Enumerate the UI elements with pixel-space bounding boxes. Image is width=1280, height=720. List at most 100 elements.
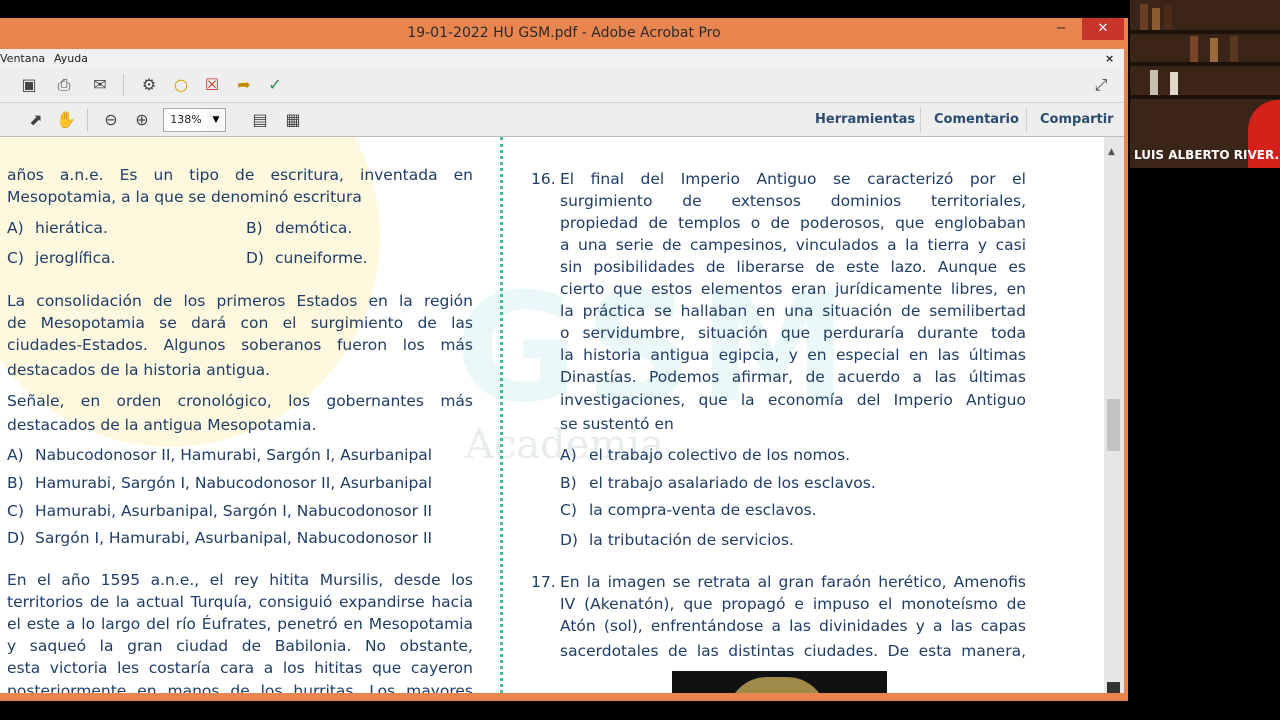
question-line: sacerdotales de las distintas ciudades. … xyxy=(560,642,1026,660)
toolbar-divider xyxy=(123,74,124,96)
option-letter: B) xyxy=(7,474,24,492)
book xyxy=(1150,70,1158,95)
option-letter: C) xyxy=(7,249,24,267)
zoom-dropdown-chevron-icon[interactable]: ▼ xyxy=(207,108,226,132)
option-text: Hamurabi, Asurbanipal, Sargón I, Nabucod… xyxy=(35,502,433,520)
comment-icon[interactable]: ○ xyxy=(170,74,192,96)
window-title: 19-01-2022 HU GSM.pdf - Adobe Acrobat Pr… xyxy=(407,25,721,41)
option-text: hierática. xyxy=(35,219,108,237)
question-line: Señale, en orden cronológico, los gobern… xyxy=(7,392,473,410)
panel-divider xyxy=(920,107,921,132)
intro-line: años a.n.e. Es un tipo de escritura, inv… xyxy=(7,166,473,184)
book xyxy=(1230,36,1238,62)
bookshelf xyxy=(1130,62,1280,66)
book xyxy=(1170,72,1178,95)
document-close-icon[interactable]: × xyxy=(1105,52,1114,65)
option-letter: A) xyxy=(7,219,24,237)
zoom-in-icon[interactable]: ⊕ xyxy=(131,109,153,131)
book xyxy=(1140,4,1148,30)
paragraph-line: de Mesopotamia se dará con el surgimient… xyxy=(7,314,473,332)
export-icon[interactable]: ➦ xyxy=(233,74,255,96)
question-line: la historia antigua egipcia, y en especi… xyxy=(560,346,1026,364)
option-text: la compra-venta de esclavos. xyxy=(589,501,817,519)
save-icon[interactable]: ▣ xyxy=(18,74,40,96)
zoom-out-icon[interactable]: ⊖ xyxy=(100,109,122,131)
delete-page-icon[interactable]: ☒ xyxy=(201,74,223,96)
fullscreen-icon[interactable]: ⤢ xyxy=(1090,74,1112,96)
bookshelf xyxy=(1130,95,1280,99)
webcam-overlay: LUIS ALBERTO RIVER... xyxy=(1130,0,1280,168)
paragraph-line: La consolidación de los primeros Estados… xyxy=(7,292,473,310)
question-line: propiedad de templos o de poderosos, que… xyxy=(560,214,1026,232)
gear-icon[interactable]: ⚙ xyxy=(138,74,160,96)
toolbar-divider xyxy=(87,109,88,131)
option-letter: D) xyxy=(246,249,264,267)
option-letter: B) xyxy=(246,219,263,237)
question-line: cierto que estos elementos eran jurídica… xyxy=(560,280,1026,298)
tab-comentario[interactable]: Comentario xyxy=(934,112,1019,127)
acrobat-window: 19-01-2022 HU GSM.pdf - Adobe Acrobat Pr… xyxy=(0,18,1128,701)
paragraph-line: esta victoria les costaría cara a los hi… xyxy=(7,659,473,677)
question-line: destacados de la antigua Mesopotamia. xyxy=(7,416,317,434)
option-letter: D) xyxy=(560,531,578,549)
panel-divider xyxy=(1026,107,1027,132)
print-icon[interactable]: ⎙ xyxy=(53,74,75,96)
option-letter: A) xyxy=(7,446,24,464)
main-toolbar: ▣ ⎙ ✉ ⚙ ○ ☒ ➦ ✓ ⤢ xyxy=(0,68,1124,103)
question-line: El final del Imperio Antiguo se caracter… xyxy=(560,170,1026,188)
option-text: el trabajo colectivo de los nomos. xyxy=(589,446,851,464)
book xyxy=(1210,38,1218,62)
book xyxy=(1164,6,1172,30)
combine-icon[interactable]: ✓ xyxy=(264,74,286,96)
option-text: Sargón I, Hamurabi, Asurbanipal, Nabucod… xyxy=(35,529,433,547)
question-line: se sustentó en xyxy=(560,415,674,433)
hand-tool-icon[interactable]: ✋ xyxy=(55,109,77,131)
option-text: la tributación de servicios. xyxy=(589,531,794,549)
menu-bar: Ventana Ayuda × xyxy=(0,49,1124,68)
watermark-banner xyxy=(0,557,1040,637)
option-text: Nabucodonosor II, Hamurabi, Sargón I, As… xyxy=(35,446,433,464)
menu-ayuda[interactable]: Ayuda xyxy=(54,52,88,65)
navigation-toolbar: ⬈ ✋ ⊖ ⊕ 138% ▼ ▤ ▦ Herramientas Comentar… xyxy=(0,103,1124,137)
scroll-up-icon[interactable]: ▲ xyxy=(1108,147,1115,157)
question-line: Dinastías. Podemos afirmar, de acuerdo a… xyxy=(560,368,1026,386)
option-text: demótica. xyxy=(275,219,353,237)
fit-width-icon[interactable]: ▦ xyxy=(282,109,304,131)
pharaoh-image xyxy=(672,671,887,693)
title-bar[interactable]: 19-01-2022 HU GSM.pdf - Adobe Acrobat Pr… xyxy=(0,18,1128,49)
option-letter: D) xyxy=(7,529,25,547)
email-icon[interactable]: ✉ xyxy=(89,74,111,96)
option-text: jeroglífica. xyxy=(35,249,116,267)
option-letter: C) xyxy=(560,501,577,519)
vertical-scrollbar[interactable]: ▲ xyxy=(1104,137,1124,694)
book xyxy=(1190,36,1198,62)
scrollbar-thumb[interactable] xyxy=(1107,399,1120,451)
question-line: a una serie de campesinos, vinculados a … xyxy=(560,236,1026,254)
option-letter: B) xyxy=(560,474,577,492)
option-text: el trabajo asalariado de los esclavos. xyxy=(589,474,876,492)
zoom-level-input[interactable]: 138% xyxy=(163,108,209,132)
intro-line: Mesopotamia, a la que se denominó escrit… xyxy=(7,188,362,206)
minimize-button[interactable]: − xyxy=(1048,18,1074,40)
tab-compartir[interactable]: Compartir xyxy=(1040,112,1114,127)
option-letter: A) xyxy=(560,446,577,464)
question-number: 16. xyxy=(531,170,556,188)
tab-herramientas[interactable]: Herramientas xyxy=(815,112,915,127)
option-text: Hamurabi, Sargón I, Nabucodonosor II, As… xyxy=(35,474,433,492)
option-text: cuneiforme. xyxy=(275,249,368,267)
pharaoh-figure xyxy=(727,677,827,693)
book xyxy=(1152,8,1160,30)
window-bottom-frame xyxy=(0,693,1124,701)
bookshelf xyxy=(1130,30,1280,34)
question-line: la práctica se hallaban en una situación… xyxy=(560,302,1026,320)
question-line: sin posibilidades de liberarse de este l… xyxy=(560,258,1026,276)
paragraph-line: posteriormente en manos de los hurritas.… xyxy=(7,682,473,693)
paragraph-line: ciudades-Estados. Algunos soberanos fuer… xyxy=(7,336,473,354)
select-cursor-icon[interactable]: ⬈ xyxy=(25,109,47,131)
menu-ventana[interactable]: Ventana xyxy=(0,52,45,65)
pdf-page[interactable]: GSM Academia años a.n.e. Es un tipo de e… xyxy=(0,137,1104,693)
question-line: investigaciones, que la economía del Imp… xyxy=(560,391,1026,409)
fit-page-icon[interactable]: ▤ xyxy=(249,109,271,131)
close-button[interactable]: ✕ xyxy=(1082,18,1124,40)
question-line: surgimiento de extensos dominios territo… xyxy=(560,192,1026,210)
